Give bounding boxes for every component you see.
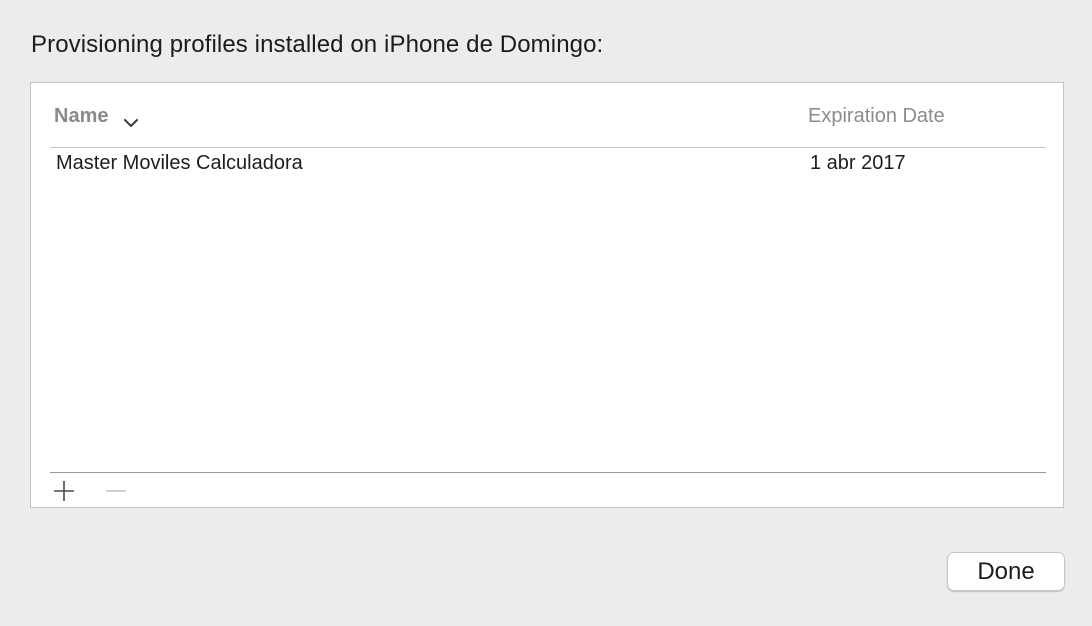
header-divider: [50, 147, 1046, 148]
chevron-down-icon[interactable]: [123, 115, 139, 129]
dialog-title: Provisioning profiles installed on iPhon…: [31, 31, 604, 58]
expiration-date-cell: 1 abr 2017: [810, 152, 906, 174]
footer-divider: [50, 472, 1046, 473]
add-profile-button[interactable]: [51, 479, 77, 503]
column-header-name[interactable]: Name: [54, 105, 108, 128]
remove-profile-button[interactable]: [103, 479, 129, 503]
column-header-expiration-date[interactable]: Expiration Date: [808, 105, 945, 128]
done-button[interactable]: Done: [947, 552, 1065, 591]
profile-name-cell: Master Moviles Calculadora: [56, 152, 303, 174]
table-row[interactable]: Master Moviles Calculadora 1 abr 2017: [50, 149, 1046, 179]
minus-icon: [106, 490, 126, 492]
profiles-table: Name Expiration Date Master Moviles Calc…: [30, 82, 1064, 508]
plus-icon: [54, 481, 74, 501]
